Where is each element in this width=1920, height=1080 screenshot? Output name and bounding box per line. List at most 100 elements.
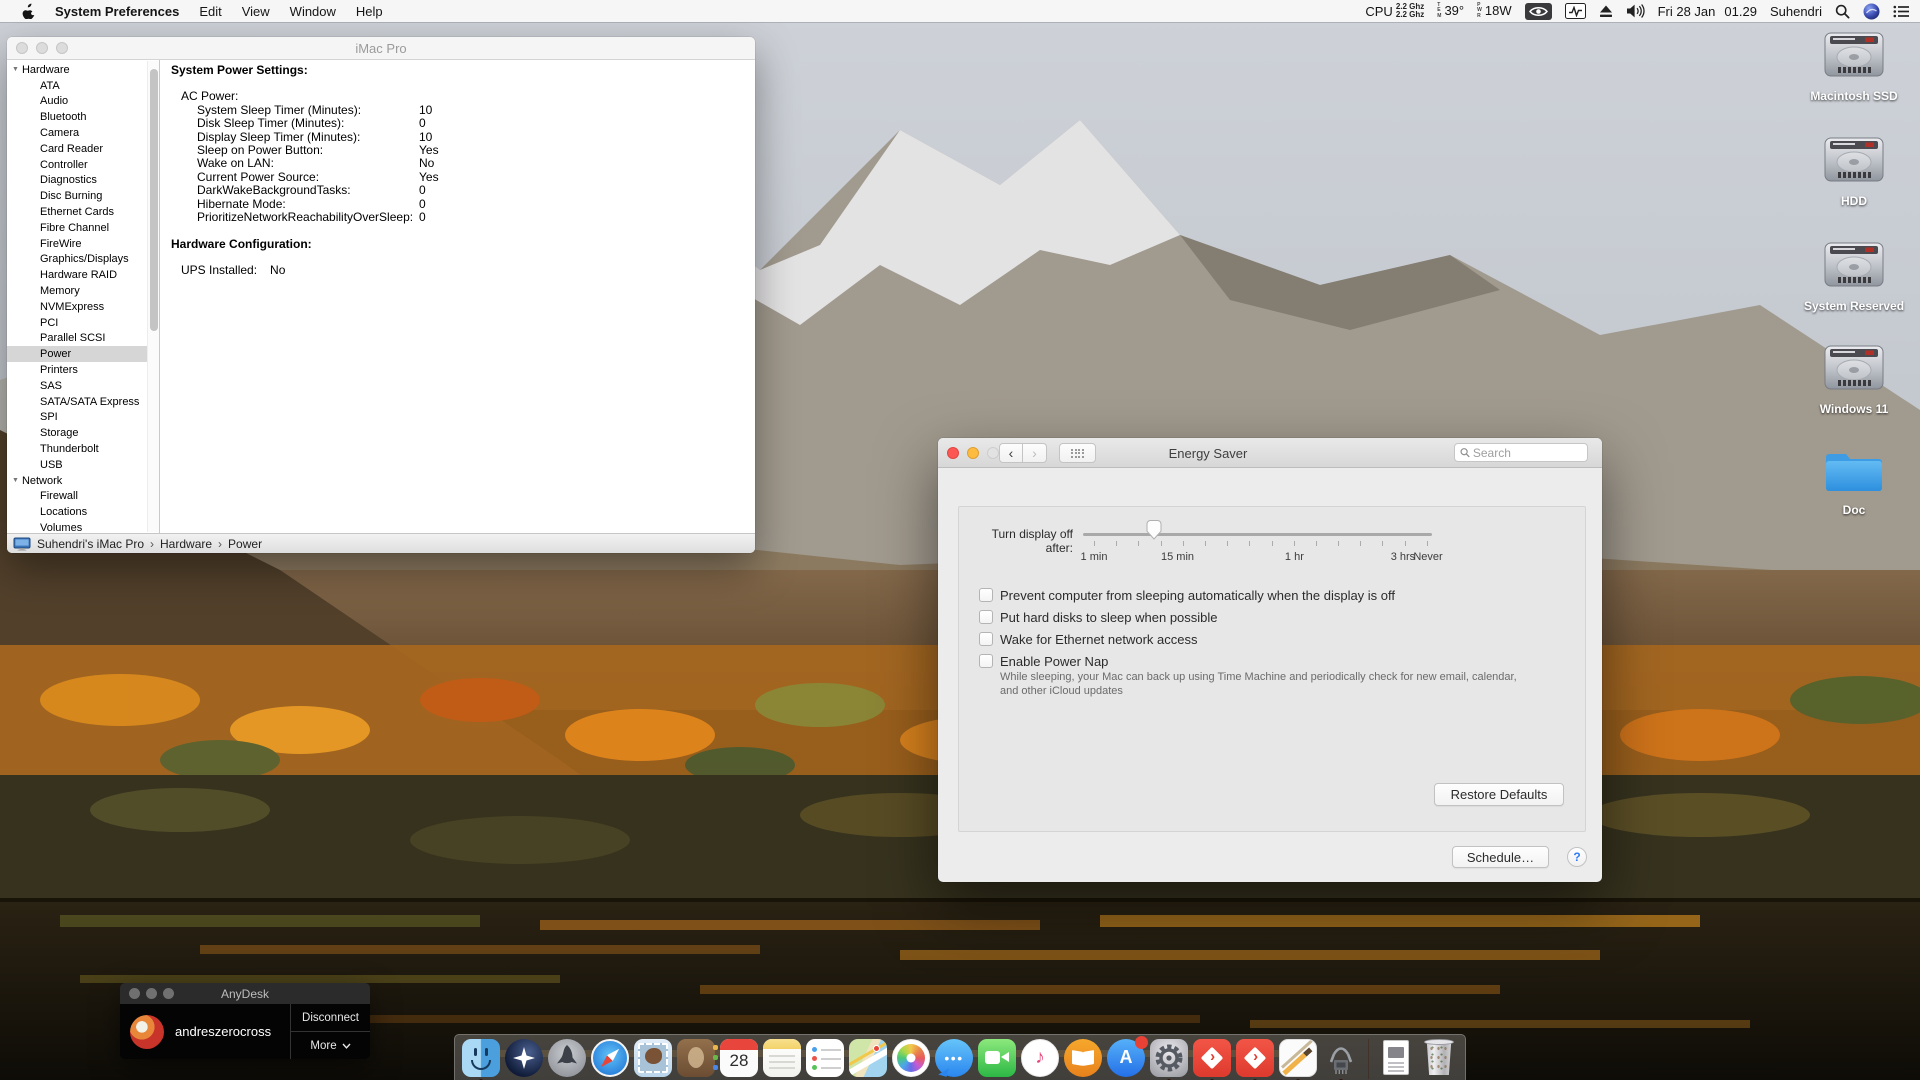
dock-notes[interactable] (763, 1039, 801, 1077)
sidebar-item-audio[interactable]: Audio (7, 94, 159, 110)
forward-button[interactable]: › (1023, 443, 1047, 463)
help-button[interactable]: ? (1567, 847, 1587, 867)
dock-books[interactable] (1064, 1039, 1102, 1077)
dock-app-store[interactable]: A (1107, 1039, 1145, 1077)
dock-facetime[interactable] (978, 1039, 1016, 1077)
sidebar-item-card-reader[interactable]: Card Reader (7, 141, 159, 157)
dock-finder[interactable] (462, 1039, 500, 1077)
volume-menu[interactable] (1626, 4, 1645, 18)
disconnect-button[interactable]: Disconnect (291, 1004, 370, 1031)
dock-launchpad[interactable] (548, 1039, 586, 1077)
dock-document[interactable] (1377, 1039, 1415, 1077)
sidebar-item-controller[interactable]: Controller (7, 157, 159, 173)
apple-menu[interactable] (12, 3, 45, 19)
desktop-icon-doc[interactable]: Doc (1796, 444, 1912, 517)
cpu-status-widget[interactable]: CPU 2.2 Ghz 2.2 Ghz (1365, 3, 1424, 19)
dock-system-preferences[interactable] (1150, 1039, 1188, 1077)
notification-center-menu[interactable] (1893, 5, 1910, 18)
sidebar-item-hardware-raid[interactable]: Hardware RAID (7, 267, 159, 283)
dock-mail[interactable] (634, 1039, 672, 1077)
siri-menu[interactable] (1863, 3, 1880, 20)
menu-view[interactable]: View (232, 0, 280, 22)
dock-anydesk-2[interactable]: › (1236, 1039, 1274, 1077)
sidebar-item-diagnostics[interactable]: Diagnostics (7, 173, 159, 189)
menu-system-preferences[interactable]: System Preferences (45, 0, 189, 22)
scrollbar-thumb[interactable] (150, 69, 158, 331)
breadcrumb-segment[interactable]: Power (228, 537, 262, 551)
sidebar-item-thunderbolt[interactable]: Thunderbolt (7, 441, 159, 457)
breadcrumb-segment[interactable]: Suhendri's iMac Pro (37, 537, 144, 551)
restore-defaults-button[interactable]: Restore Defaults (1434, 783, 1564, 806)
sidebar-item-sas[interactable]: SAS (7, 378, 159, 394)
sidebar-item-ethernet-cards[interactable]: Ethernet Cards (7, 204, 159, 220)
menu-help[interactable]: Help (346, 0, 393, 22)
zoom-button[interactable] (163, 988, 174, 999)
close-button[interactable] (129, 988, 140, 999)
more-button[interactable]: More (291, 1031, 370, 1059)
sidebar-item-usb[interactable]: USB (7, 457, 159, 473)
dock-maps[interactable] (849, 1039, 887, 1077)
anydesk-titlebar[interactable]: AnyDesk (120, 983, 370, 1004)
sidebar-item-bluetooth[interactable]: Bluetooth (7, 109, 159, 125)
back-button[interactable]: ‹ (999, 443, 1023, 463)
desktop-icon-hdd[interactable]: HDD (1796, 133, 1912, 208)
dock-anydesk[interactable]: › (1193, 1039, 1231, 1077)
close-button[interactable] (16, 42, 28, 54)
energy-saver-titlebar[interactable]: ‹ › Energy Saver (938, 438, 1602, 468)
show-all-button[interactable] (1059, 443, 1096, 463)
sidebar-item-parallel-scsi[interactable]: Parallel SCSI (7, 331, 159, 347)
dock-reminders[interactable] (806, 1039, 844, 1077)
eject-menu[interactable] (1599, 5, 1613, 18)
dock-itunes[interactable]: ♪ (1021, 1039, 1059, 1077)
sidebar-item-firewire[interactable]: FireWire (7, 236, 159, 252)
sidebar-item-power[interactable]: Power (7, 346, 159, 362)
dock-trash[interactable] (1420, 1039, 1458, 1077)
sidebar-item-graphics-displays[interactable]: Graphics/Displays (7, 252, 159, 268)
menu-window[interactable]: Window (280, 0, 346, 22)
sidebar-item-printers[interactable]: Printers (7, 362, 159, 378)
dock-photos[interactable] (892, 1039, 930, 1077)
dock-safari[interactable] (591, 1039, 629, 1077)
minimize-button[interactable] (967, 447, 979, 459)
sidebar-item-ata[interactable]: ATA (7, 78, 159, 94)
spotlight-menu[interactable] (1835, 4, 1850, 19)
dock-siri[interactable] (505, 1039, 543, 1077)
dock-system-information[interactable] (1322, 1039, 1360, 1077)
sidebar-item-firewall[interactable]: Firewall (7, 489, 159, 505)
sidebar-item-camera[interactable]: Camera (7, 125, 159, 141)
dock-messages[interactable]: ••• (935, 1039, 973, 1077)
sidebar-item-spi[interactable]: SPI (7, 410, 159, 426)
close-button[interactable] (947, 447, 959, 459)
sidebar-item-fibre-channel[interactable]: Fibre Channel (7, 220, 159, 236)
user-menu[interactable]: Suhendri (1770, 4, 1822, 19)
minimize-button[interactable] (146, 988, 157, 999)
menu-edit[interactable]: Edit (189, 0, 231, 22)
sidebar-item-sata-sata-express[interactable]: SATA/SATA Express (7, 394, 159, 410)
slider-thumb[interactable] (1146, 520, 1162, 540)
checkbox[interactable] (979, 588, 993, 602)
system-information-titlebar[interactable]: iMac Pro (7, 37, 755, 60)
checkbox[interactable] (979, 654, 993, 668)
dock-pages[interactable] (1279, 1039, 1317, 1077)
breadcrumb-segment[interactable]: Hardware (160, 537, 212, 551)
power-widget[interactable]: PWR 18W (1477, 3, 1511, 19)
desktop-icon-macintosh-ssd[interactable]: Macintosh SSD (1796, 28, 1912, 103)
sidebar-section-hardware[interactable]: ▼Hardware (7, 62, 159, 78)
sidebar-item-pci[interactable]: PCI (7, 315, 159, 331)
checkbox[interactable] (979, 610, 993, 624)
activity-menu[interactable] (1565, 3, 1586, 19)
sidebar-item-storage[interactable]: Storage (7, 425, 159, 441)
search-field[interactable] (1454, 443, 1588, 462)
desktop-icon-system-reserved[interactable]: System Reserved (1796, 238, 1912, 313)
sidebar-item-locations[interactable]: Locations (7, 504, 159, 520)
desktop-icon-windows-11[interactable]: Windows 11 (1796, 341, 1912, 416)
sidebar-item-volumes[interactable]: Volumes (7, 520, 159, 533)
dock-contacts[interactable] (677, 1039, 715, 1077)
checkbox[interactable] (979, 632, 993, 646)
sidebar-section-network[interactable]: ▼Network (7, 473, 159, 489)
zoom-button[interactable] (56, 42, 68, 54)
sidebar-item-nvmexpress[interactable]: NVMExpress (7, 299, 159, 315)
zoom-button[interactable] (987, 447, 999, 459)
clock-menu[interactable]: Fri 28 Jan 01.29 (1658, 4, 1757, 19)
sidebar-item-disc-burning[interactable]: Disc Burning (7, 188, 159, 204)
